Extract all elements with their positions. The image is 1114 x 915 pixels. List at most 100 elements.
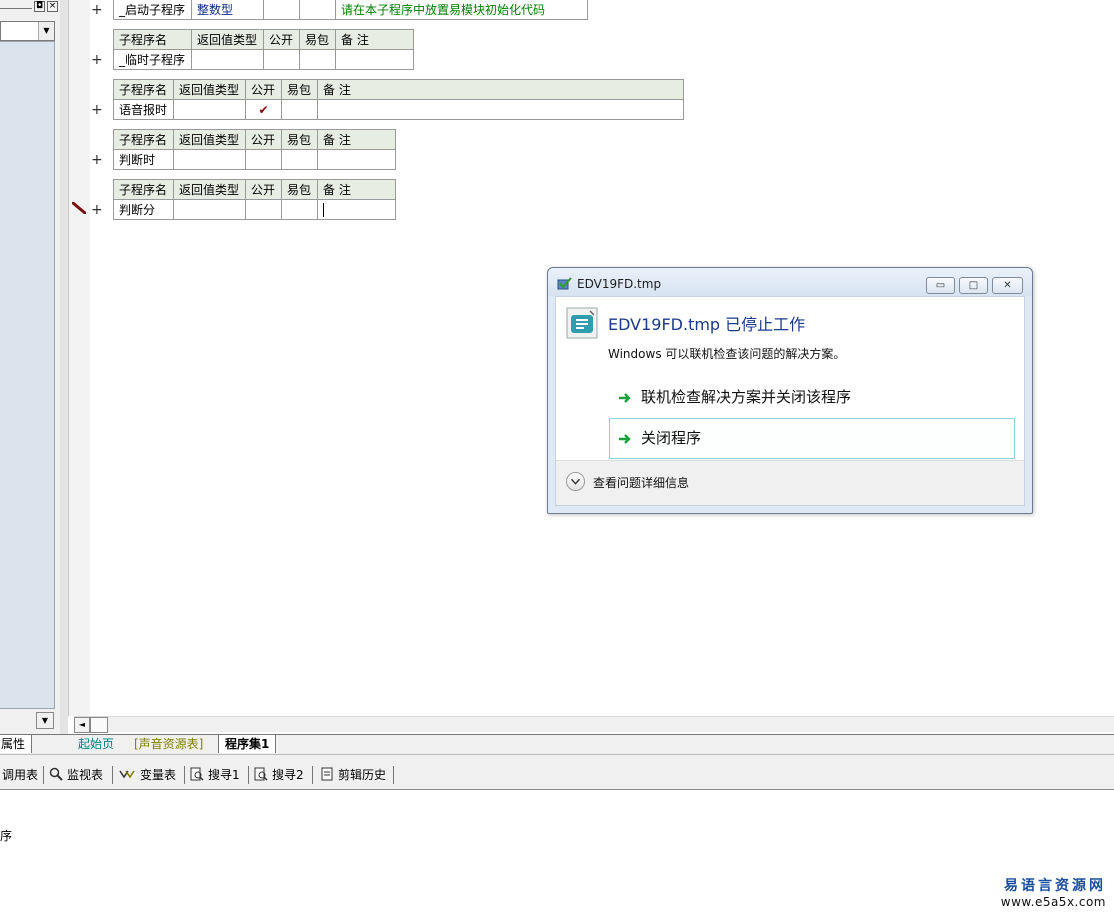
- dialog-heading: EDV19FD.tmp 已停止工作: [608, 315, 806, 334]
- scroll-left-button[interactable]: ◄: [74, 717, 90, 733]
- col-header: 子程序名: [113, 179, 174, 200]
- remark-cell[interactable]: [335, 49, 414, 70]
- separator: [312, 766, 313, 784]
- close-panel-button[interactable]: ×: [47, 1, 58, 12]
- public-check-icon[interactable]: ✔: [245, 99, 282, 120]
- sub-name-cell[interactable]: _临时子程序: [113, 49, 192, 70]
- col-header: 备 注: [317, 79, 684, 100]
- remark-cell[interactable]: [317, 199, 396, 220]
- magnifier-icon: [49, 767, 63, 781]
- separator: [112, 766, 113, 784]
- clip-history-label: 剪辑历史: [338, 768, 387, 782]
- remark-cell[interactable]: 请在本子程序中放置易模块初始化代码: [335, 0, 588, 20]
- search1-tab[interactable]: 搜寻1: [190, 766, 240, 784]
- table-header-row: 子程序名 返回值类型 公开 易包 备 注: [113, 179, 396, 200]
- expand-toggle[interactable]: +: [91, 3, 103, 17]
- document-tabstrip: 属性 起始页 [声音资源表] 程序集1: [0, 734, 1114, 754]
- col-header: 公开: [245, 179, 282, 200]
- close-program-label: 关闭程序: [641, 429, 702, 447]
- search-document-icon: [254, 767, 268, 781]
- search2-tab[interactable]: 搜寻2: [254, 766, 304, 784]
- return-type-cell[interactable]: [173, 99, 246, 120]
- return-type-cell[interactable]: [191, 49, 264, 70]
- remark-cell[interactable]: [317, 149, 396, 170]
- dialog-title: EDV19FD.tmp: [577, 277, 662, 291]
- close-program-option[interactable]: 关闭程序: [609, 418, 1015, 459]
- col-header: 易包: [281, 129, 318, 150]
- expand-toggle[interactable]: +: [91, 53, 103, 67]
- package-cell[interactable]: [281, 99, 318, 120]
- clip-history-tab[interactable]: 剪辑历史: [320, 766, 386, 784]
- return-type-cell[interactable]: [173, 199, 246, 220]
- sub-name-cell[interactable]: 语音报时: [113, 99, 174, 120]
- package-cell[interactable]: [299, 49, 336, 70]
- col-header: 子程序名: [113, 79, 174, 100]
- public-cell[interactable]: [245, 199, 282, 220]
- tab-properties[interactable]: 属性: [0, 735, 32, 753]
- green-arrow-icon: [619, 393, 631, 403]
- search-document-icon: [190, 767, 204, 781]
- col-header: 公开: [263, 29, 300, 50]
- package-cell[interactable]: [299, 0, 336, 20]
- maximize-button[interactable]: □: [959, 277, 988, 294]
- col-header: 公开: [245, 129, 282, 150]
- subroutine-table-minute: 子程序名 返回值类型 公开 易包 备 注 判断分: [113, 179, 396, 220]
- restore-button[interactable]: ◘: [34, 1, 45, 12]
- sub-name-cell[interactable]: 判断时: [113, 149, 174, 170]
- col-header: 易包: [299, 29, 336, 50]
- scroll-down-button[interactable]: ▼: [36, 712, 54, 729]
- clipboard-icon: [321, 767, 333, 781]
- col-header: 易包: [281, 79, 318, 100]
- view-details-link[interactable]: 查看问题详细信息: [593, 474, 689, 491]
- call-table-tab[interactable]: 调用表: [2, 766, 38, 784]
- table-row: 判断时: [113, 149, 396, 170]
- variables-icon: [119, 770, 135, 779]
- col-header: 返回值类型: [173, 79, 246, 100]
- expand-toggle[interactable]: +: [91, 153, 103, 167]
- dialog-description: Windows 可以联机检查该问题的解决方案。: [608, 347, 846, 361]
- search1-label: 搜寻1: [208, 768, 240, 782]
- subroutine-table-hour: 子程序名 返回值类型 公开 易包 备 注 判断时: [113, 129, 396, 170]
- dialog-titlebar[interactable]: EDV19FD.tmp ▭ □ ✕: [548, 268, 1032, 296]
- package-cell[interactable]: [281, 199, 318, 220]
- separator: [43, 766, 44, 784]
- editor-gutter: [68, 0, 90, 716]
- separator: [393, 766, 394, 784]
- public-cell[interactable]: [245, 149, 282, 170]
- table-row: 判断分: [113, 199, 396, 220]
- tab-start-page[interactable]: 起始页: [72, 735, 120, 753]
- sub-name-cell[interactable]: 判断分: [113, 199, 174, 220]
- horizontal-scrollbar[interactable]: ◄: [74, 716, 1114, 733]
- public-cell[interactable]: [263, 49, 300, 70]
- close-button[interactable]: ✕: [992, 277, 1023, 294]
- watch-table-tab[interactable]: 监视表: [49, 766, 103, 784]
- check-online-option[interactable]: 联机检查解决方案并关闭该程序: [609, 377, 1015, 418]
- expand-toggle[interactable]: +: [91, 203, 103, 217]
- variable-table-tab[interactable]: 变量表: [118, 766, 176, 784]
- tab-program-set[interactable]: 程序集1: [218, 735, 277, 753]
- separator: [248, 766, 249, 784]
- return-type-cell[interactable]: 整数型: [191, 0, 264, 20]
- chevron-down-icon[interactable]: ▼: [38, 22, 54, 40]
- return-type-cell[interactable]: [173, 149, 246, 170]
- remark-cell[interactable]: [317, 99, 684, 120]
- chevron-down-icon[interactable]: [566, 472, 585, 491]
- col-header: 易包: [281, 179, 318, 200]
- tab-sound-table[interactable]: [声音资源表]: [128, 735, 209, 753]
- panel-splitter[interactable]: [60, 0, 68, 735]
- scroll-thumb[interactable]: [90, 717, 108, 733]
- minimize-button[interactable]: ▭: [926, 277, 955, 294]
- watermark: 易语言资源网 www.e5a5x.com: [1001, 875, 1106, 909]
- public-cell[interactable]: [263, 0, 300, 20]
- property-list[interactable]: [0, 41, 55, 709]
- error-dialog: EDV19FD.tmp ▭ □ ✕ EDV19FD.tmp 已停止工作 Wind…: [547, 267, 1033, 514]
- object-combobox[interactable]: ▼: [0, 21, 55, 41]
- expand-toggle[interactable]: +: [91, 103, 103, 117]
- package-cell[interactable]: [281, 149, 318, 170]
- col-header: 子程序名: [113, 129, 174, 150]
- table-header-row: 子程序名 返回值类型 公开 易包 备 注: [113, 29, 414, 50]
- col-header: 公开: [245, 79, 282, 100]
- watch-table-label: 监视表: [67, 768, 104, 782]
- sub-name-cell[interactable]: _启动子程序: [113, 0, 192, 20]
- output-panel[interactable]: 序: [0, 791, 1114, 915]
